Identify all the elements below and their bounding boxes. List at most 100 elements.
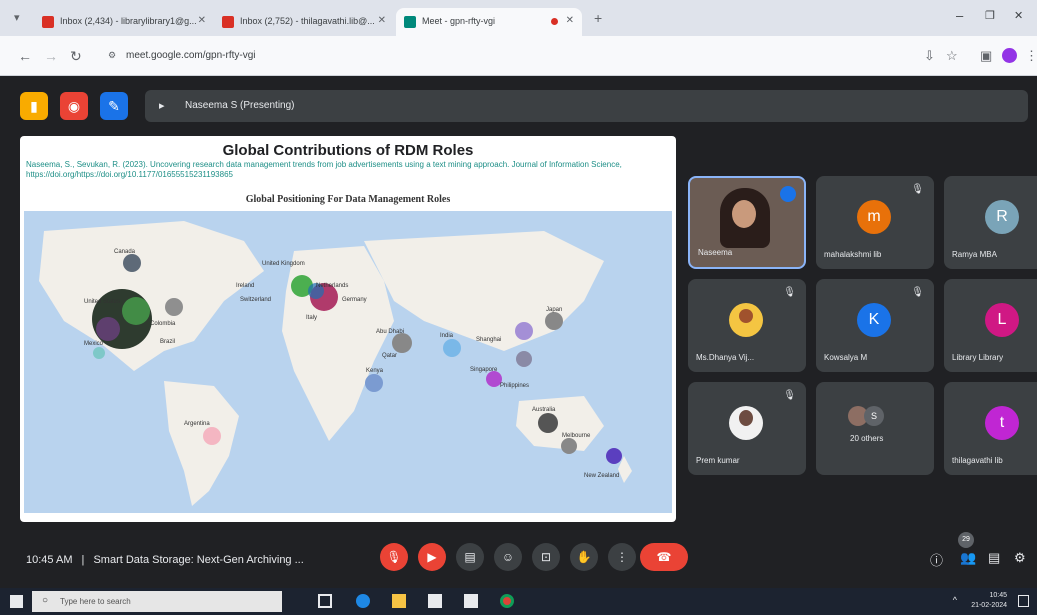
bubble-us-segment-2 (96, 317, 120, 341)
menu-kebab-icon[interactable]: ⋮ (1025, 48, 1037, 64)
participant-tile[interactable]: 🎙 Prem kumar (688, 382, 806, 475)
activities-icon[interactable]: ▮ (20, 92, 48, 120)
bubble-east-us (165, 298, 183, 316)
edge-icon[interactable] (356, 594, 370, 608)
mic-off-icon: 🎙 (911, 287, 924, 298)
record-icon[interactable]: ◉ (60, 92, 88, 120)
south-america-shape (164, 381, 239, 506)
bubble-japan (545, 312, 563, 330)
address-bar: ← → ↻ ⚙ meet.google.com/gpn-rfty-vgi ⇩ ☆… (0, 36, 1037, 76)
tab-label: Inbox (2,434) - librarylibrary1@g... (60, 16, 197, 26)
close-window-button[interactable]: ✕ (1014, 9, 1023, 22)
tab-inbox-1[interactable]: Inbox (2,434) - librarylibrary1@g... ✕ (34, 8, 214, 36)
tray-up-icon[interactable]: ^ (953, 595, 957, 605)
minimize-button[interactable]: – (956, 8, 963, 23)
mic-toggle-button[interactable]: 🎙 (380, 543, 408, 571)
meet-icon (404, 16, 416, 28)
map-label: Switzerland (240, 297, 272, 303)
chat-icon[interactable]: ▤ (988, 550, 1000, 566)
store-icon[interactable] (428, 594, 442, 608)
participant-tile[interactable]: 🎙 m mahalakshmi lib (816, 176, 934, 269)
bubble-new-zealand (606, 448, 622, 464)
participant-tile[interactable]: 🎙 K Kowsalya M (816, 279, 934, 372)
bookmark-star-icon[interactable]: ☆ (946, 48, 958, 64)
url-field[interactable]: ⚙ meet.google.com/gpn-rfty-vgi (98, 44, 898, 68)
map-label: Canada (114, 249, 136, 255)
emoji-button[interactable]: ☺ (494, 543, 522, 571)
avatar (729, 406, 763, 440)
captions-button[interactable]: ▤ (456, 543, 484, 571)
forward-icon[interactable]: → (44, 48, 58, 64)
clock-time: 10:45 (989, 592, 1007, 599)
people-icon[interactable]: 👥 (960, 550, 976, 566)
side-panel-icon[interactable]: ▣ (980, 48, 992, 64)
more-options-button[interactable]: ⋮ (608, 543, 636, 571)
north-america-shape (39, 221, 264, 371)
chrome-icon[interactable] (500, 594, 514, 608)
new-tab-button[interactable]: + (594, 10, 602, 26)
task-view-icon[interactable] (318, 594, 332, 608)
url-text: meet.google.com/gpn-rfty-vgi (126, 50, 256, 61)
others-label: 20 others (850, 434, 884, 443)
taskbar-clock[interactable]: 10:45 21-02-2024 (971, 591, 1007, 611)
download-icon[interactable]: ⇩ (924, 48, 935, 64)
tab-meet[interactable]: Meet - gpn-rfty-vgi ✕ (396, 8, 582, 36)
participant-tile[interactable]: Naseema (688, 176, 806, 269)
whiteboard-icon[interactable]: ✎ (100, 92, 128, 120)
mic-off-icon: 🎙 (783, 390, 796, 401)
reload-icon[interactable]: ↻ (70, 48, 82, 65)
participant-name: mahalakshmi lib (824, 250, 882, 259)
map-label: Abu Dhabi (376, 329, 405, 335)
mic-off-icon: 🎙 (911, 184, 924, 195)
avatar: L (985, 303, 1019, 337)
present-button[interactable]: ⊡ (532, 543, 560, 571)
back-icon[interactable]: ← (18, 48, 32, 64)
bubble-mexico (93, 347, 105, 359)
recording-dot-icon (551, 18, 558, 25)
windows-taskbar: ○ Type here to search ^ 10:45 21-02-2024 (0, 588, 1037, 615)
slide-title: Global Contributions of RDM Roles (222, 142, 474, 159)
camera-toggle-button[interactable]: ▶ (418, 543, 446, 571)
browser-tab-bar: ▾ Inbox (2,434) - librarylibrary1@g... ✕… (0, 0, 1037, 36)
avatar: m (857, 200, 891, 234)
participant-name: Naseema (698, 248, 733, 257)
close-tab-icon[interactable]: ✕ (198, 15, 206, 26)
tab-inbox-2[interactable]: Inbox (2,752) - thilagavathi.lib@... ✕ (214, 8, 394, 36)
activities-panel-icon[interactable]: ⚙ (1014, 550, 1026, 566)
participant-tile[interactable]: 🎙 R Ramya MBA (944, 176, 1037, 269)
bubble-shanghai (515, 322, 533, 340)
maximize-button[interactable]: ❐ (985, 9, 995, 22)
end-call-button[interactable]: ☎ (640, 543, 688, 571)
search-placeholder: Type here to search (60, 597, 131, 606)
bubble-melbourne (561, 438, 577, 454)
participant-tile[interactable]: 🎙 L Library Library (944, 279, 1037, 372)
map-label: Australia (532, 407, 556, 413)
participant-tile-others[interactable]: S 20 others (816, 382, 934, 475)
raise-hand-button[interactable]: ✋ (570, 543, 598, 571)
file-explorer-icon[interactable] (392, 594, 406, 608)
mail-icon[interactable] (464, 594, 478, 608)
close-tab-icon[interactable]: ✕ (566, 15, 574, 26)
avatar: t (985, 406, 1019, 440)
map-label: Philippines (500, 383, 530, 389)
avatar: R (985, 200, 1019, 234)
bubble-canada (123, 254, 141, 272)
world-map-shapes (39, 221, 632, 506)
taskbar-search-input[interactable]: ○ Type here to search (32, 591, 282, 612)
participant-tile[interactable]: 🎙 Ms.Dhanya Vij... (688, 279, 806, 372)
participant-face (732, 200, 756, 228)
profile-avatar[interactable] (1002, 48, 1017, 63)
info-icon[interactable]: ⓘ (930, 550, 943, 569)
participant-grid: Naseema 🎙 m mahalakshmi lib 🎙 R Ramya MB… (688, 176, 1037, 475)
tab-search-icon[interactable]: ▾ (14, 11, 20, 24)
participant-tile[interactable]: 🎙 t thilagavathi lib (944, 382, 1037, 475)
tab-label: Inbox (2,752) - thilagavathi.lib@... (240, 16, 375, 26)
site-info-icon[interactable]: ⚙ (108, 50, 116, 61)
participant-name: Prem kumar (696, 456, 740, 465)
avatar (729, 303, 763, 337)
close-tab-icon[interactable]: ✕ (378, 15, 386, 26)
bubble-singapore (516, 351, 532, 367)
map-label: Shanghai (476, 337, 502, 343)
notifications-icon[interactable] (1018, 595, 1029, 607)
windows-start-icon[interactable] (10, 595, 23, 608)
